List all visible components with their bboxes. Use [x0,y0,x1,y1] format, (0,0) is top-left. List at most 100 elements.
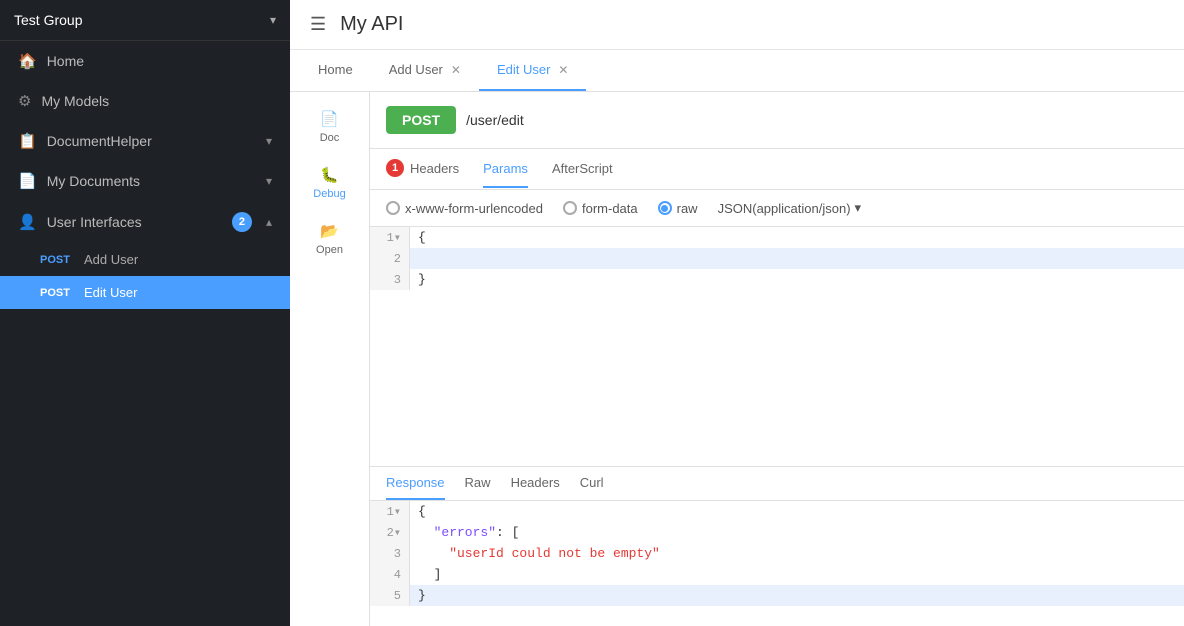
sidebar: Test Group ▾ 🏠 Home ⚙ My Models 📋 Docume… [0,0,290,626]
radio-label: x-www-form-urlencoded [405,201,543,216]
response-tab-response[interactable]: Response [386,467,445,500]
code-editor[interactable]: 1▾ { 2 3 } [370,227,1184,466]
panel-label: Debug [313,188,345,200]
tab-label: Edit User [497,62,550,77]
method-badge: POST [40,254,76,266]
sidebar-sub-edit-user[interactable]: POST Edit User [0,276,290,309]
body-type-row: x-www-form-urlencoded form-data raw JSON… [370,190,1184,227]
chevron-down-icon: ▾ [266,134,272,148]
api-title: My API [340,13,403,36]
documents-icon: 📄 [18,172,37,190]
sub-item-label: Add User [84,252,138,267]
line-content: "userId could not be empty" [410,543,1184,564]
response-line: 2▾ "errors": [ [370,522,1184,543]
close-icon[interactable]: ✕ [451,64,461,76]
response-line: 5 } [370,585,1184,606]
url-bar: POST [370,92,1184,149]
line-content: { [410,501,1184,522]
chevron-up-icon: ▴ [266,215,272,229]
sidebar-item-user-interfaces[interactable]: 👤 User Interfaces 2 ▴ [0,201,290,243]
panel-open[interactable]: 📂 Open [290,212,369,266]
sub-tab-label: AfterScript [552,161,613,176]
radio-form-data[interactable]: form-data [563,201,638,216]
panel-debug[interactable]: 🐛 Debug [290,156,369,210]
tab-home[interactable]: Home [300,50,371,91]
line-content[interactable] [410,248,1184,269]
sidebar-item-label: DocumentHelper [47,133,252,149]
group-selector[interactable]: Test Group ▾ [0,0,290,41]
sidebar-sub-add-user[interactable]: POST Add User [0,243,290,276]
top-header: ☰ My API [290,0,1184,50]
code-line: 1▾ { [370,227,1184,248]
panel-label: Doc [320,132,340,144]
hamburger-icon[interactable]: ☰ [310,14,326,35]
request-panel: POST 1 Headers Params AfterScript [370,92,1184,626]
url-input[interactable] [466,112,1168,128]
code-line: 2 [370,248,1184,269]
response-line: 4 ] [370,564,1184,585]
response-section: Response Raw Headers Curl 1▾ { [370,466,1184,626]
tab-add-user[interactable]: Add User ✕ [371,50,479,91]
line-content: "errors": [ [410,522,1184,543]
sidebar-item-home[interactable]: 🏠 Home [0,41,290,81]
sub-tab-label: Params [483,161,528,176]
headers-error-badge: 1 [386,159,404,177]
line-content: ] [410,564,1184,585]
line-content: { [410,227,1184,248]
tab-bar: Home Add User ✕ Edit User ✕ [290,50,1184,92]
response-line: 1▾ { [370,501,1184,522]
group-chevron-icon: ▾ [270,13,276,27]
radio-circle-urlencoded [386,201,400,215]
response-code: 1▾ { 2▾ "errors": [ 3 "userId could not … [370,501,1184,626]
line-number: 4 [370,564,410,585]
sub-tab-afterscript[interactable]: AfterScript [552,151,613,188]
panel-doc[interactable]: 📄 Doc [290,100,369,154]
sidebar-item-my-models[interactable]: ⚙ My Models [0,81,290,121]
sub-tab-params[interactable]: Params [483,151,528,188]
sub-tab-label: Headers [410,161,459,176]
radio-raw[interactable]: raw [658,201,698,216]
user-interfaces-badge: 2 [232,212,252,232]
response-tabs: Response Raw Headers Curl [370,467,1184,501]
models-icon: ⚙ [18,92,31,110]
response-tab-curl[interactable]: Curl [580,467,604,500]
tab-label: Add User [389,62,443,77]
line-number: 2 [370,248,410,269]
line-number: 1▾ [370,227,410,248]
sidebar-item-label: User Interfaces [47,214,222,230]
response-line: 3 "userId could not be empty" [370,543,1184,564]
debug-icon: 🐛 [320,166,339,184]
sidebar-item-document-helper[interactable]: 📋 DocumentHelper ▾ [0,121,290,161]
line-content: } [410,585,1184,606]
response-tab-raw[interactable]: Raw [465,467,491,500]
radio-urlencoded[interactable]: x-www-form-urlencoded [386,201,543,216]
tab-edit-user[interactable]: Edit User ✕ [479,50,587,91]
line-number: 3 [370,269,410,290]
doc-icon: 📄 [320,110,339,128]
radio-circle-raw [658,201,672,215]
sidebar-item-label: My Documents [47,173,252,189]
left-panel: 📄 Doc 🐛 Debug 📂 Open [290,92,370,626]
json-type-selector[interactable]: JSON(application/json) ▾ [718,200,861,216]
close-icon[interactable]: ✕ [558,64,568,76]
method-badge: POST [40,287,76,299]
radio-circle-form-data [563,201,577,215]
user-interfaces-icon: 👤 [18,213,37,231]
content-area: 📄 Doc 🐛 Debug 📂 Open POST 1 [290,92,1184,626]
response-tab-headers[interactable]: Headers [511,467,560,500]
sidebar-item-my-documents[interactable]: 📄 My Documents ▾ [0,161,290,201]
post-method-button[interactable]: POST [386,106,456,134]
line-content: } [410,269,1184,290]
home-icon: 🏠 [18,52,37,70]
sub-item-label: Edit User [84,285,137,300]
request-sub-tabs: 1 Headers Params AfterScript [370,149,1184,190]
line-number: 5 [370,585,410,606]
main-area: ☰ My API Home Add User ✕ Edit User ✕ 📄 D… [290,0,1184,626]
line-number: 1▾ [370,501,410,522]
sub-tab-headers[interactable]: 1 Headers [386,149,459,189]
chevron-down-icon: ▾ [855,200,862,216]
panel-label: Open [316,244,343,256]
sidebar-item-label: Home [47,53,272,69]
response-tab-label: Headers [511,475,560,490]
json-type-label: JSON(application/json) [718,201,851,216]
